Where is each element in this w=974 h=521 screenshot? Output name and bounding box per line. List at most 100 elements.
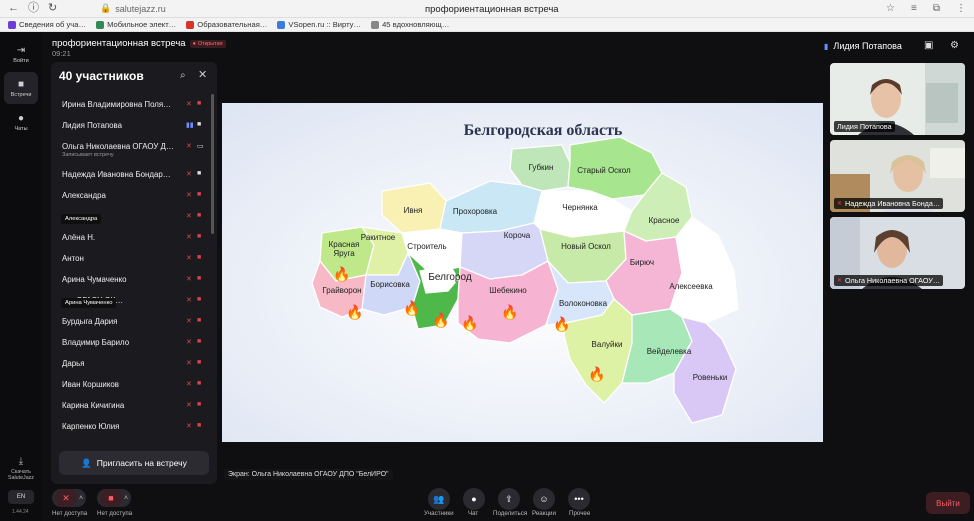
back-icon[interactable]: ← <box>8 3 19 14</box>
language-button[interactable]: EN <box>8 490 34 504</box>
mic-control[interactable]: ✕ ˄ <box>52 489 87 507</box>
bookmark-favicon-icon <box>96 20 105 29</box>
label-krasnoe: Красное <box>649 216 680 225</box>
reload-icon[interactable]: ↻ <box>48 3 57 14</box>
host-name: ▮ Лидия Потапова <box>824 41 902 51</box>
leave-button[interactable]: Выйти <box>926 492 970 514</box>
participant-row[interactable]: Ольга Николаевна ОГАОУ Д… Записывает встр… <box>51 138 211 159</box>
camera-off-icon: ■ <box>197 275 202 282</box>
chat-label: Чат <box>468 510 479 517</box>
bookmark-item[interactable]: Мобильное элект… <box>96 20 176 29</box>
mic-off-icon[interactable]: ✕ <box>55 489 77 507</box>
label-rakitnoe: Ракитное <box>361 233 396 242</box>
video-tile[interactable]: Лидия Потапова <box>830 63 965 135</box>
participant-row[interactable]: Ирина Владимировна Поля… ✕ ■ <box>51 96 211 117</box>
info-icon[interactable]: ⓘ <box>28 3 39 14</box>
mic-on-icon: ▮▮ <box>186 122 194 129</box>
chevron-up-icon[interactable]: ˄ <box>79 495 83 502</box>
settings-gear-icon[interactable]: ⚙ <box>950 40 959 51</box>
participant-name: Иван Коршиков <box>62 380 119 389</box>
download-app[interactable]: ⤓ Скачать SaluteJazz <box>2 456 40 482</box>
participants-button[interactable]: 👥 <box>428 488 450 510</box>
participants-panel: 40 участников ⌕ ✕ Ирина Владимировна Пол… <box>51 62 217 484</box>
chat-button[interactable]: ● <box>463 488 485 510</box>
bookmarks-bar: Сведения об уча… Мобильное элект… Образо… <box>0 18 974 32</box>
participant-row[interactable]: Антон ✕ ■ <box>51 250 211 271</box>
users-icon: 👥 <box>433 493 445 504</box>
chevron-up-icon[interactable]: ˄ <box>124 495 128 502</box>
menu-icon[interactable]: ≡ <box>911 3 917 14</box>
participant-row[interactable]: Карпенко Юлия ✕ ■ <box>51 418 211 439</box>
camera-off-icon: ■ <box>197 296 202 303</box>
label-veidelevka: Вейделевка <box>647 347 692 356</box>
video-icon: ■ <box>17 78 25 90</box>
label-krasnaya: Красная <box>329 240 360 249</box>
label-gubkin: Губкин <box>529 163 554 172</box>
participant-row[interactable]: Надежда Ивановна Бондар… ✕ ■ <box>51 166 211 187</box>
invite-button[interactable]: 👤 Пригласить на встречу <box>59 451 209 475</box>
label-rovenki: Ровеньки <box>693 373 728 382</box>
rail-meetings[interactable]: ■ Встречи <box>4 72 38 104</box>
close-icon[interactable]: ✕ <box>198 68 207 81</box>
participants-scrollbar[interactable] <box>211 94 214 234</box>
label-yaruga: Яруга <box>333 249 355 258</box>
participant-name: Карпенко Юлия <box>62 422 120 431</box>
address-bar[interactable]: 🔒 salutejazz.ru <box>100 3 166 14</box>
mic-muted-icon: ✕ <box>186 143 192 150</box>
participant-row[interactable]: Бурдыга Дария ✕ ■ <box>51 313 211 334</box>
bookmark-favicon-icon <box>8 20 16 29</box>
bookmark-item[interactable]: 45 вдохновляющ… <box>371 20 449 29</box>
mic-muted-icon: ✕ <box>186 297 192 304</box>
reactions-button[interactable]: ☺ <box>533 488 555 510</box>
participant-status: Записывает встречу <box>62 152 114 158</box>
shared-screen: Белгородская область 🔥 🔥 🔥 🔥 🔥 🔥 🔥 🔥 Губ… <box>222 103 823 442</box>
camera-off-icon[interactable]: ■ <box>100 489 122 507</box>
participant-row[interactable]: Лидия Потапова ▮▮ ■ <box>51 117 211 138</box>
camera-pill: ■ ˄ <box>97 489 132 507</box>
participant-row[interactable]: Александра ✕ ■ <box>51 187 211 208</box>
participant-row[interactable]: Дарья ✕ ■ <box>51 355 211 376</box>
screen-share-caption: Экран: Ольга Николаевна ОГАОУ ДПО "БелИР… <box>224 469 393 480</box>
participant-name: Владимир Барило <box>62 338 130 347</box>
lock-icon: 🔒 <box>100 3 112 13</box>
mic-muted-icon: ✕ <box>186 339 192 346</box>
label-volokonovka: Волоконовка <box>559 299 608 308</box>
bookmark-item[interactable]: VSopen.ru :: Вирту… <box>277 20 361 29</box>
map-slide: Белгородская область 🔥 🔥 🔥 🔥 🔥 🔥 🔥 🔥 Губ… <box>222 103 823 442</box>
video-tile[interactable]: ✕ Ольга Николаевна ОГАОУ… <box>830 217 965 289</box>
participant-row[interactable]: Алёна Н. ✕ ■ <box>51 229 211 250</box>
mic-muted-icon: ✕ <box>186 423 192 430</box>
camera-control[interactable]: ■ ˄ <box>97 489 132 507</box>
mic-muted-icon: ✕ <box>186 213 192 220</box>
bookmark-item[interactable]: Образовательная… <box>186 20 267 29</box>
label-ivnya: Ивня <box>404 206 423 215</box>
more-label: Прочее <box>569 510 591 517</box>
participant-row[interactable]: Арина Чумаченко ✕ ■ <box>51 271 211 292</box>
layout-icon[interactable]: ▣ <box>924 40 933 51</box>
participant-row[interactable]: Карина Кичигина ✕ ■ <box>51 397 211 418</box>
label-shebekino: Шебекино <box>489 286 527 295</box>
label-alekseevka: Алексеевка <box>669 282 713 291</box>
share-button[interactable]: ⇪ <box>498 488 520 510</box>
participant-row[interactable]: Иван Коршиков ✕ ■ <box>51 376 211 397</box>
mic-muted-icon: ✕ <box>837 201 843 207</box>
login-icon: ⇥ <box>16 44 26 56</box>
more-icon[interactable]: ⋮ <box>956 3 966 14</box>
label-stary-oskol: Старый Оскол <box>577 166 631 175</box>
bookmark-favicon-icon <box>371 20 380 29</box>
participant-name: Надежда Ивановна Бондар… <box>62 170 171 179</box>
fire-icon: 🔥 <box>346 304 363 321</box>
rail-chats[interactable]: ● Чаты <box>4 106 38 138</box>
label-prokhorovka: Прохоровка <box>453 207 498 216</box>
camera-on-icon: ■ <box>197 121 202 128</box>
search-icon[interactable]: ⌕ <box>180 70 186 81</box>
bookmark-item[interactable]: Сведения об уча… <box>8 20 86 29</box>
bookmark-star-icon[interactable]: ☆ <box>886 3 895 14</box>
extensions-icon[interactable]: ⧉ <box>933 3 940 14</box>
share-screen-icon: ⇪ <box>505 493 513 504</box>
label-biryuch: Бирюч <box>630 258 654 267</box>
more-button[interactable]: ••• <box>568 488 590 510</box>
participant-row[interactable]: Владимир Барило ✕ ■ <box>51 334 211 355</box>
rail-login[interactable]: ⇥ Войти <box>4 38 38 70</box>
video-tile[interactable]: ✕ Надежда Ивановна Бонда… <box>830 140 965 212</box>
